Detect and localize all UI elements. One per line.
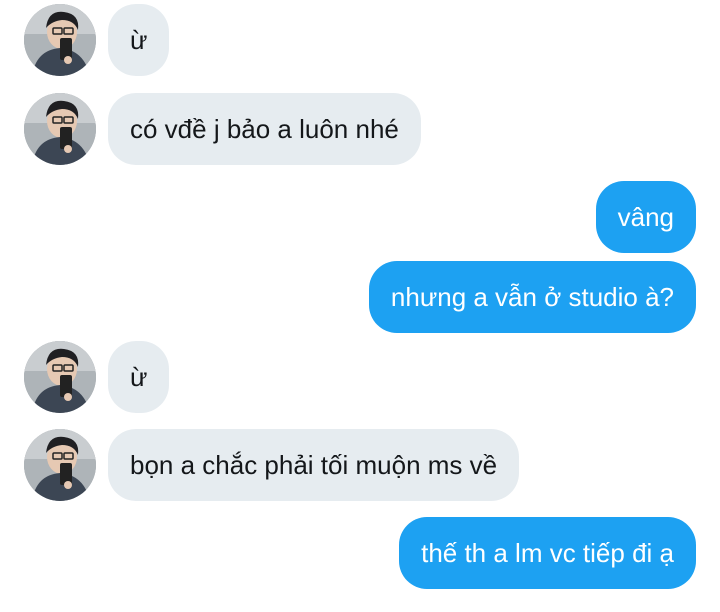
avatar-icon[interactable]	[24, 341, 96, 413]
avatar-icon[interactable]	[24, 429, 96, 501]
message-bubble-incoming: có vđề j bảo a luôn nhé	[108, 93, 421, 165]
chat-conversation: ừ có vđề j bảo a luôn nhé vâng nhưng a v…	[0, 0, 720, 612]
avatar-icon[interactable]	[24, 4, 96, 76]
message-bubble-outgoing: vâng	[595, 181, 696, 253]
message-bubble-incoming: bọn a chắc phải tối muộn ms về	[108, 429, 520, 501]
message-bubble-outgoing: nhưng a vẫn ở studio à?	[368, 261, 696, 333]
message-bubble-incoming: ừ	[108, 341, 170, 413]
message-bubble-outgoing: thế th a lm vc tiếp đi ạ	[399, 517, 696, 589]
message-bubble-incoming: ừ	[108, 4, 170, 76]
avatar-icon[interactable]	[24, 93, 96, 165]
